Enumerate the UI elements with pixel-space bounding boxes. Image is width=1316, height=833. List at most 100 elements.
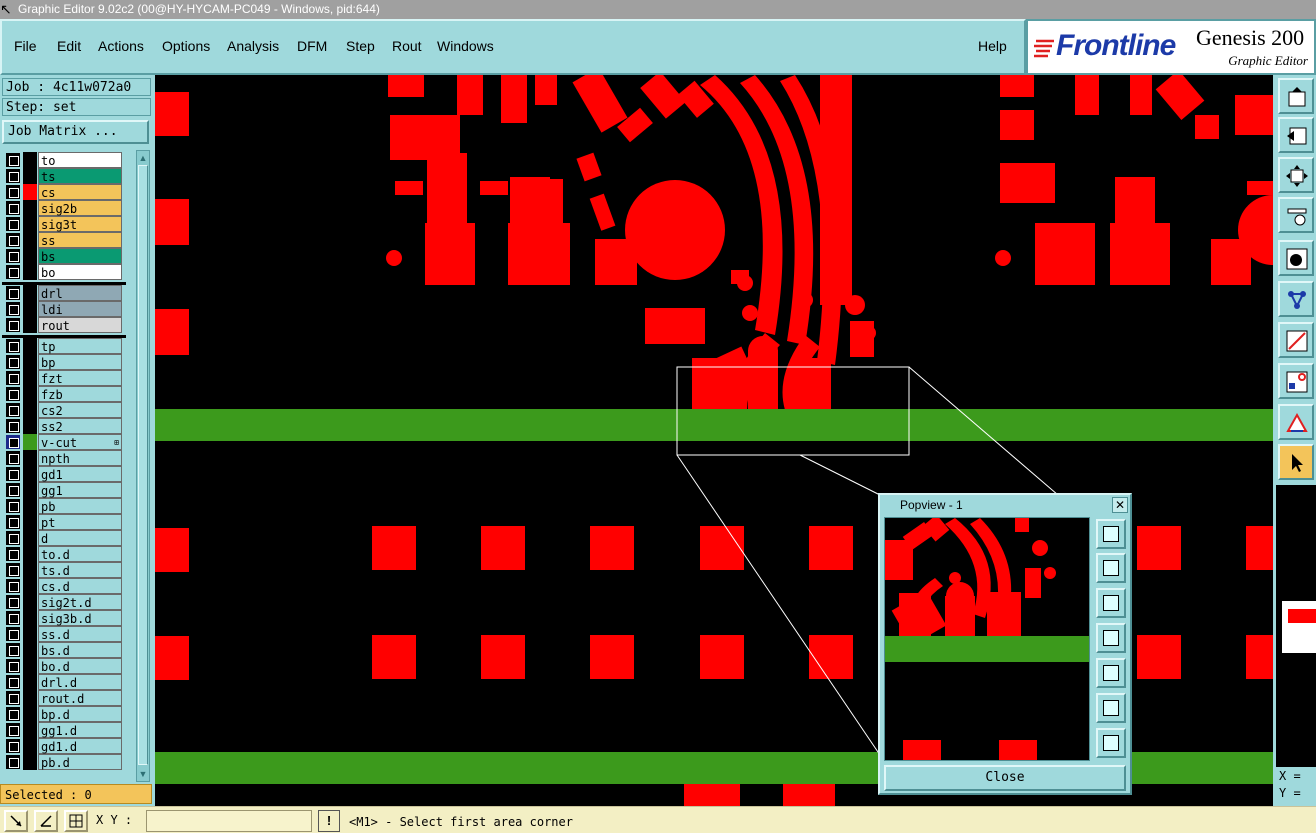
layer-row-pb.d[interactable]: pb.d — [2, 754, 126, 770]
layer-display-indicator[interactable] — [23, 482, 37, 498]
layer-row-ts[interactable]: ts — [2, 168, 126, 184]
menu-actions[interactable]: Actions — [98, 38, 144, 54]
layer-row-ss[interactable]: ss — [2, 232, 126, 248]
layer-row-bp.d[interactable]: bp.d — [2, 706, 126, 722]
snap-diagonal-button[interactable] — [4, 810, 28, 832]
layer-row-rout.d[interactable]: rout.d — [2, 690, 126, 706]
layer-row-cs2[interactable]: cs2 — [2, 402, 126, 418]
layer-checkbox[interactable] — [6, 371, 20, 385]
layer-display-indicator[interactable] — [23, 642, 37, 658]
popview-close-button[interactable]: Close — [884, 765, 1126, 791]
layer-checkbox[interactable] — [6, 611, 20, 625]
layer-display-indicator[interactable] — [23, 562, 37, 578]
overview-minimap[interactable] — [1276, 485, 1316, 767]
layer-checkbox[interactable] — [6, 339, 20, 353]
layer-display-indicator[interactable] — [23, 285, 37, 301]
layer-display-indicator[interactable] — [23, 722, 37, 738]
layer-checkbox[interactable] — [6, 515, 20, 529]
layer-display-indicator[interactable] — [23, 386, 37, 402]
layer-checkbox[interactable] — [6, 739, 20, 753]
layer-row-tp[interactable]: tp — [2, 338, 126, 354]
layer-display-indicator[interactable] — [23, 317, 37, 333]
layer-checkbox[interactable] — [6, 302, 20, 316]
layer-checkbox[interactable] — [6, 451, 20, 465]
layer-checkbox[interactable] — [6, 387, 20, 401]
grid-snap-button[interactable] — [64, 810, 88, 832]
layer-display-indicator[interactable] — [23, 658, 37, 674]
layer-checkbox[interactable] — [6, 755, 20, 769]
snap-options-button[interactable] — [1278, 197, 1314, 233]
layer-checkbox[interactable] — [6, 707, 20, 721]
layer-display-indicator[interactable] — [23, 450, 37, 466]
popview-pan-up-button[interactable] — [1096, 553, 1126, 583]
layer-row-bo.d[interactable]: bo.d — [2, 658, 126, 674]
layer-checkbox[interactable] — [6, 627, 20, 641]
layer-display-indicator[interactable] — [23, 530, 37, 546]
layer-checkbox[interactable] — [6, 355, 20, 369]
layer-row-ts.d[interactable]: ts.d — [2, 562, 126, 578]
zoom-fit-button[interactable] — [1278, 157, 1314, 193]
layer-display-indicator[interactable] — [23, 402, 37, 418]
layer-display-indicator[interactable] — [23, 498, 37, 514]
layer-row-cs.d[interactable]: cs.d — [2, 578, 126, 594]
layer-display-indicator[interactable] — [23, 594, 37, 610]
layer-display-indicator[interactable] — [23, 578, 37, 594]
layer-display-indicator[interactable] — [23, 626, 37, 642]
popview-close-icon[interactable]: ✕ — [1112, 497, 1128, 513]
layer-row-pb[interactable]: pb — [2, 498, 126, 514]
xy-coordinate-input[interactable] — [146, 810, 312, 832]
layer-checkbox[interactable] — [6, 169, 20, 183]
layer-checkbox[interactable] — [6, 563, 20, 577]
layer-checkbox[interactable] — [6, 403, 20, 417]
layer-checkbox[interactable] — [6, 467, 20, 481]
layer-row-gd1[interactable]: gd1 — [2, 466, 126, 482]
layer-row-drl.d[interactable]: drl.d — [2, 674, 126, 690]
layer-display-indicator[interactable] — [23, 674, 37, 690]
menu-rout[interactable]: Rout — [392, 38, 422, 54]
layer-display-indicator[interactable] — [23, 690, 37, 706]
layer-checkbox[interactable] — [6, 643, 20, 657]
layer-row-cs[interactable]: cs — [2, 184, 126, 200]
layer-display-indicator[interactable] — [23, 754, 37, 770]
layer-checkbox[interactable] — [6, 595, 20, 609]
popview-zoom-out-button[interactable] — [1096, 728, 1126, 758]
layer-row-fzb[interactable]: fzb — [2, 386, 126, 402]
layer-row-sig3b.d[interactable]: sig3b.d — [2, 610, 126, 626]
layer-checkbox[interactable] — [6, 691, 20, 705]
layer-checkbox[interactable] — [6, 419, 20, 433]
drc-check-button[interactable] — [1278, 404, 1314, 440]
scroll-down-icon[interactable]: ▼ — [138, 768, 148, 780]
menu-file[interactable]: File — [14, 38, 37, 54]
layer-display-indicator[interactable] — [23, 738, 37, 754]
layer-checkbox[interactable] — [6, 499, 20, 513]
measure-button[interactable] — [1278, 322, 1314, 358]
layer-display-indicator[interactable] — [23, 248, 37, 264]
layer-list-scrollbar[interactable]: ▲ ▼ — [136, 150, 150, 782]
layer-display-indicator[interactable] — [23, 168, 37, 184]
layer-display-indicator[interactable] — [23, 216, 37, 232]
layer-checkbox[interactable] — [6, 233, 20, 247]
layer-checkbox[interactable] — [6, 201, 20, 215]
layer-row-bs.d[interactable]: bs.d — [2, 642, 126, 658]
alert-button[interactable]: ! — [318, 810, 340, 832]
layer-row-rout[interactable]: rout — [2, 317, 126, 333]
pad-snap-button[interactable] — [1278, 363, 1314, 399]
layer-display-indicator[interactable] — [23, 354, 37, 370]
layer-checkbox[interactable] — [6, 547, 20, 561]
menu-help[interactable]: Help — [978, 38, 1007, 54]
layer-checkbox[interactable] — [6, 435, 20, 449]
layer-display-indicator[interactable] — [23, 434, 37, 450]
layer-checkbox[interactable] — [6, 265, 20, 279]
scroll-up-icon[interactable]: ▲ — [138, 152, 148, 164]
layer-checkbox[interactable] — [6, 483, 20, 497]
layer-row-drl[interactable]: drl — [2, 285, 126, 301]
pointer-tool-button[interactable] — [1278, 444, 1314, 480]
layer-row-sig2t.d[interactable]: sig2t.d — [2, 594, 126, 610]
menu-analysis[interactable]: Analysis — [227, 38, 279, 54]
layer-row-gg1.d[interactable]: gg1.d — [2, 722, 126, 738]
layer-row-bp[interactable]: bp — [2, 354, 126, 370]
layer-row-d[interactable]: d — [2, 530, 126, 546]
zoom-back-button[interactable] — [1278, 117, 1314, 153]
layer-checkbox[interactable] — [6, 286, 20, 300]
layer-display-indicator[interactable] — [23, 338, 37, 354]
